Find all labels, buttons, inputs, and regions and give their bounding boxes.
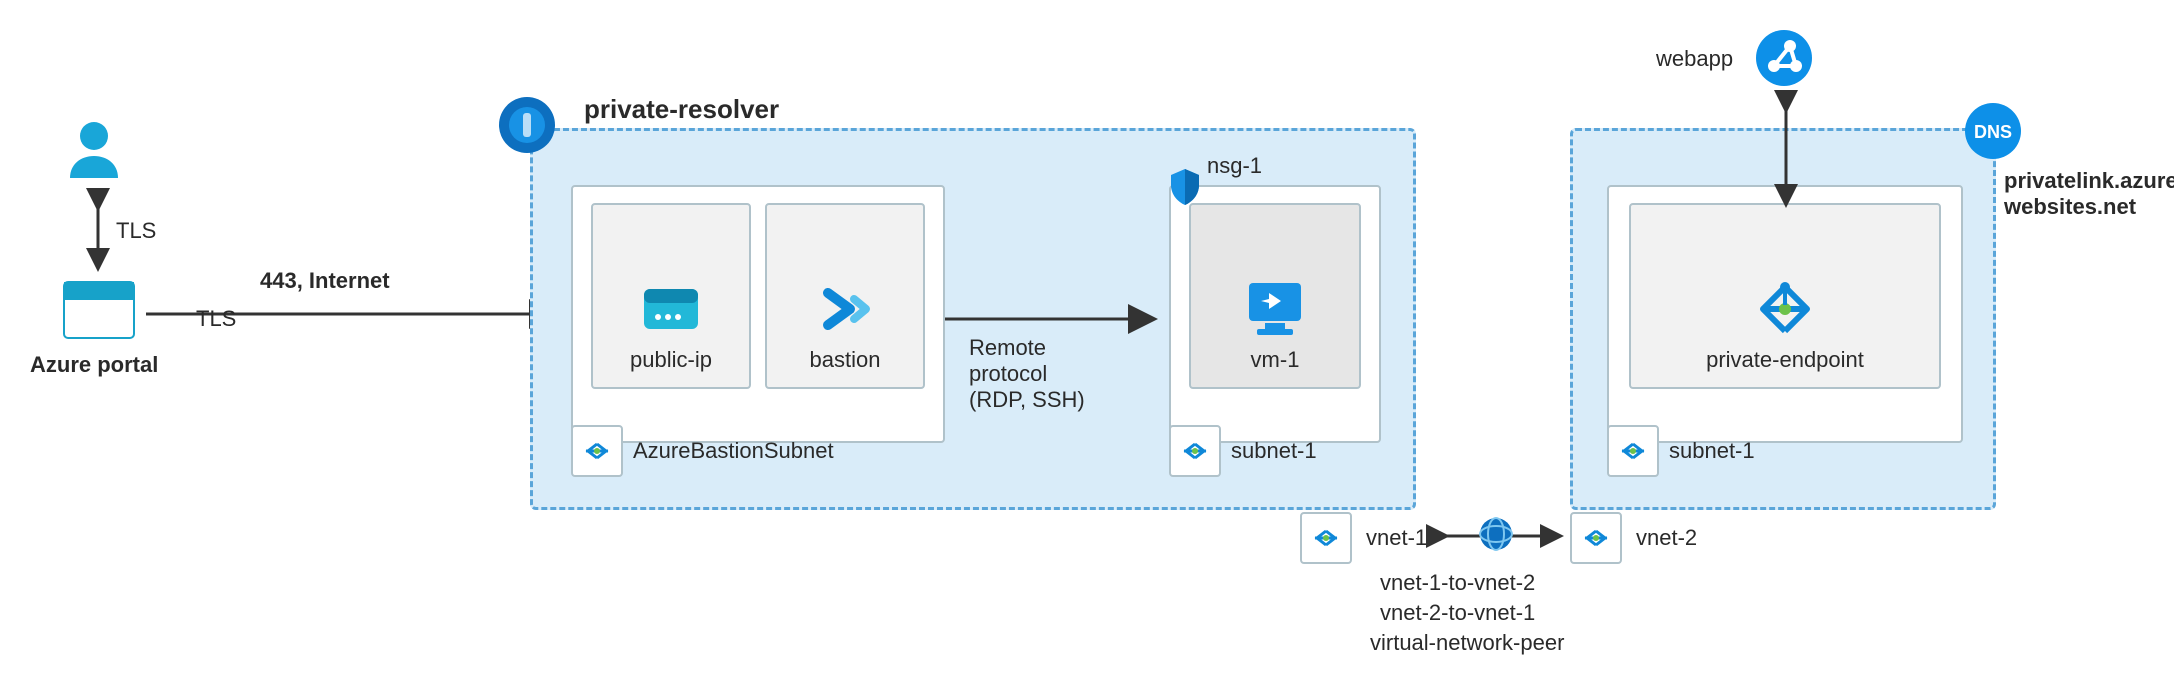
- public-ip-card: public-ip: [591, 203, 751, 389]
- vnet-icon: [1300, 512, 1352, 564]
- vnet2-subnet1-tag: subnet-1: [1607, 425, 1755, 477]
- peering-a: vnet-1-to-vnet-2: [1380, 570, 1535, 596]
- vnet1-subnet1-label: subnet-1: [1231, 438, 1317, 464]
- nsg-label: nsg-1: [1207, 153, 1262, 179]
- tls-label-vertical: TLS: [116, 218, 156, 244]
- arrow-user-to-portal: [90, 190, 106, 270]
- subnet-icon: [1169, 425, 1221, 477]
- vnet2-name: vnet-2: [1636, 525, 1697, 551]
- vm-icon: [1239, 275, 1311, 339]
- vm1-card: vm-1: [1189, 203, 1361, 389]
- svg-text:DNS: DNS: [1974, 122, 2012, 142]
- vnet2-subnet1-label: subnet-1: [1669, 438, 1755, 464]
- webapp-label: webapp: [1656, 46, 1733, 72]
- vnet1-subnet1-tag: subnet-1: [1169, 425, 1317, 477]
- nsg-badge: [1167, 167, 1203, 207]
- remote-protocol-label: Remote protocol (RDP, SSH): [969, 335, 1085, 413]
- webapp-icon: [1752, 26, 1816, 90]
- vnet2-tag: vnet-2: [1570, 512, 1697, 564]
- vnet1-name: vnet-1: [1366, 525, 1427, 551]
- azure-bastion-subnet-label: AzureBastionSubnet: [633, 438, 834, 464]
- portal-conn-tls-label: TLS: [196, 306, 236, 332]
- vnet1-tag: vnet-1: [1300, 512, 1427, 564]
- azure-bastion-subnet-box: public-ip bastion AzureBastionSubnet: [571, 185, 945, 443]
- globe-icon: [1478, 516, 1514, 552]
- private-endpoint-card: private-endpoint: [1629, 203, 1941, 389]
- azure-portal-title: Azure portal: [30, 352, 158, 378]
- shield-icon: [1167, 167, 1203, 207]
- subnet-icon: [1607, 425, 1659, 477]
- private-endpoint-label: private-endpoint: [1706, 347, 1864, 373]
- arrow-bastion-to-vm: [945, 307, 1165, 331]
- bastion-label: bastion: [810, 347, 881, 373]
- vnet-1-box: public-ip bastion AzureBastionSubnet Re: [530, 128, 1416, 510]
- portal-conn-443-label: 443, Internet: [260, 268, 390, 294]
- public-ip-label: public-ip: [630, 347, 712, 373]
- user-icon: [62, 118, 126, 182]
- vm1-label: vm-1: [1251, 347, 1300, 373]
- public-ip-icon: [636, 279, 706, 339]
- private-resolver-badge-icon: [497, 95, 557, 155]
- portal-icon: [62, 280, 136, 340]
- private-endpoint-icon: [1749, 279, 1821, 339]
- azure-bastion-subnet-tag: AzureBastionSubnet: [571, 425, 834, 477]
- bastion-icon: [808, 279, 882, 339]
- subnet-icon: [571, 425, 623, 477]
- peering-c: virtual-network-peer: [1370, 630, 1564, 656]
- arrow-webapp-to-pe: [1778, 94, 1794, 204]
- vnet-icon: [1570, 512, 1622, 564]
- dns-zone-label: privatelink.azure websites.net: [2004, 168, 2174, 220]
- vnet2-subnet1-box: private-endpoint subnet-1: [1607, 185, 1963, 443]
- bastion-card: bastion: [765, 203, 925, 389]
- private-resolver-title: private-resolver: [584, 94, 779, 125]
- dns-badge-icon: DNS: [1963, 101, 2023, 161]
- vnet1-subnet1-box: vm-1 nsg-1 subnet-1: [1169, 185, 1381, 443]
- peering-b: vnet-2-to-vnet-1: [1380, 600, 1535, 626]
